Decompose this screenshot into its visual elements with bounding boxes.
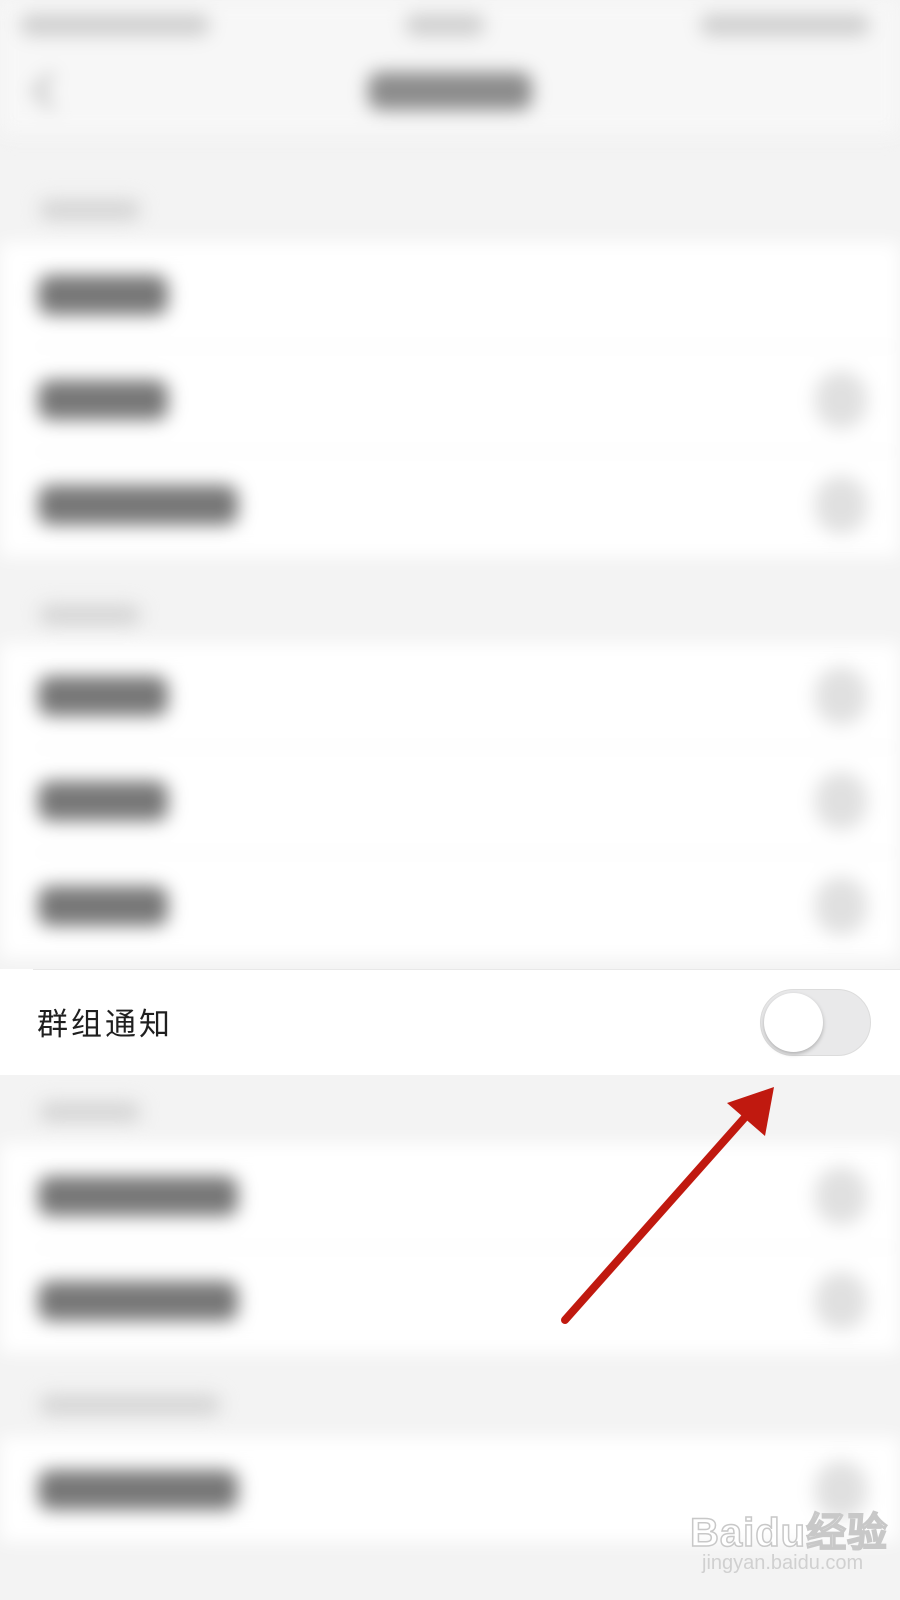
watermark-brand: Baidu经验 bbox=[689, 1510, 889, 1556]
watermark-domain: jingyan.baidu.com bbox=[702, 1552, 864, 1574]
arrow-shaft bbox=[561, 1102, 759, 1324]
baidu-watermark: Baidu经验 jingyan.baidu.com bbox=[689, 1500, 890, 1590]
annotation-arrow-icon bbox=[561, 1087, 774, 1324]
